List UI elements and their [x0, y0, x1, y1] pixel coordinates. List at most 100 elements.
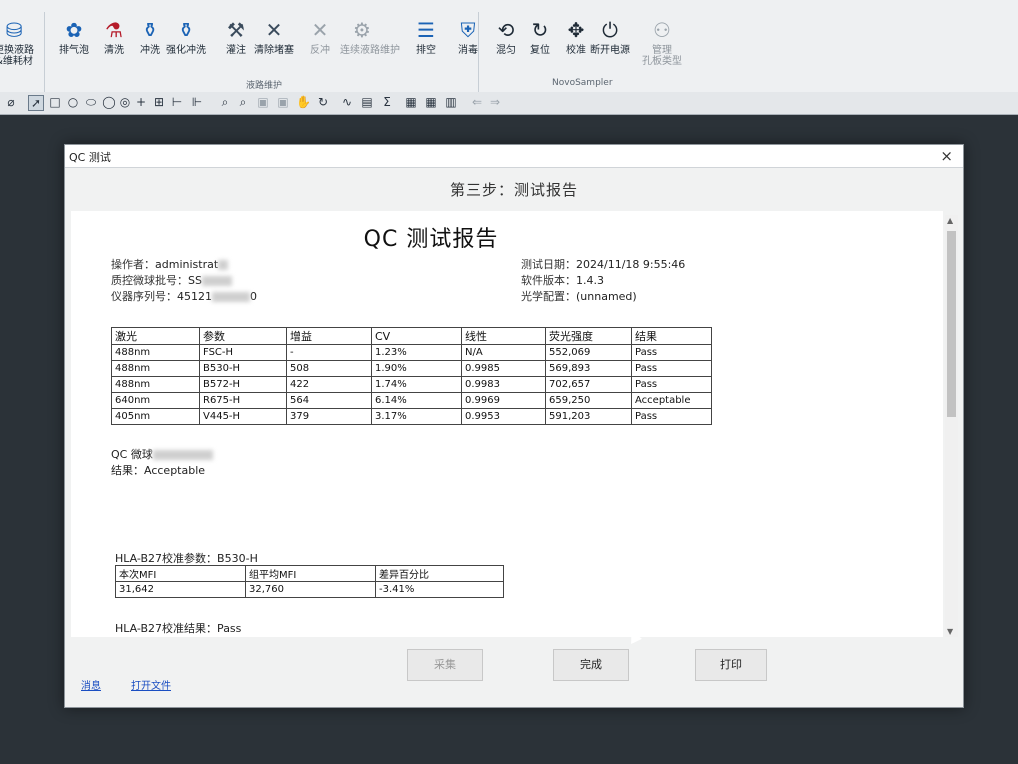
zoom-out-icon[interactable]: ⌕: [236, 95, 250, 109]
image-export-icon[interactable]: ▦: [404, 95, 418, 109]
open-file-link[interactable]: 打开文件: [131, 677, 171, 692]
ribbon-button-15[interactable]: ⚇ 管理 孔板类型: [640, 18, 684, 67]
scroll-down-icon[interactable]: ▼: [947, 627, 953, 636]
serial-tail: 0: [250, 290, 257, 303]
table-cell: 659,250: [545, 392, 632, 409]
header-parameter: 参数: [199, 327, 287, 345]
multi-range-gate-icon[interactable]: ⊩: [190, 95, 204, 109]
qc-test-dialog: QC 测试 × 第三步：测试报告 QC 测试报告 操作者：administrat…: [64, 144, 964, 708]
zoom-region-icon[interactable]: ▣: [256, 95, 270, 109]
close-icon[interactable]: ×: [940, 147, 953, 165]
qc-results-table: 激光 参数 增益 CV 线性 荧光强度 结果 488nm FSC-H -1.23% N…: [111, 327, 712, 425]
header-intensity: 荧光强度: [545, 327, 632, 345]
software-label: 软件版本：: [521, 274, 576, 287]
table-cell: 0.9969: [461, 392, 546, 409]
ribbon-button-4[interactable]: ⚱ 强化冲洗: [164, 18, 208, 56]
range-gate-icon[interactable]: ⊢: [170, 95, 184, 109]
ribbon-button-label: 更换液路 &维耗材: [0, 45, 34, 67]
statistics-icon[interactable]: ▤: [360, 95, 374, 109]
ellipse-gate-icon[interactable]: ○: [66, 95, 80, 109]
table-row: 31,642 32,760 -3.41%: [115, 581, 504, 598]
dialog-title: QC 测试: [69, 151, 111, 164]
table-cell: 564: [286, 392, 372, 409]
pan-hand-icon[interactable]: ✋: [296, 95, 311, 109]
plate-icon: ⚇: [653, 18, 671, 42]
power-icon: ⏻: [602, 18, 618, 42]
ribbon-button-label: 连续液路维护: [340, 45, 400, 56]
table-cell: Pass: [631, 376, 712, 393]
ribbon-button-6[interactable]: ✕ 清除堵塞: [252, 18, 296, 56]
zoom-reset-icon[interactable]: ▣: [276, 95, 290, 109]
header-current-mfi: 本次MFI: [115, 565, 246, 582]
rectangle-gate-icon[interactable]: □: [48, 95, 62, 109]
polygon-gate-icon[interactable]: ⬭: [84, 95, 98, 109]
table-cell: -3.41%: [375, 581, 504, 598]
table-cell: 31,642: [115, 581, 246, 598]
prime-icon: ⚒: [227, 18, 245, 42]
table-cell: 552,069: [545, 344, 632, 361]
table-cell: Acceptable: [631, 392, 712, 409]
hla-result: HLA-B27校准结果：Pass: [115, 622, 242, 635]
table-row: 488nm B530-H 508 1.90% 0.9985 569,893 Pass: [111, 360, 712, 377]
unclog-icon: ✕: [265, 18, 283, 42]
ribbon-separator: [478, 12, 479, 92]
collect-button[interactable]: 采集: [407, 649, 483, 681]
table-cell: 591,203: [545, 408, 632, 425]
header-linearity: 线性: [461, 327, 546, 345]
ribbon-button-9[interactable]: ☰ 排空: [404, 18, 448, 56]
ribbon-button-8[interactable]: ⚙ 连续液路维护: [340, 18, 400, 56]
report-title: QC 测试报告: [363, 227, 499, 252]
table-cell: 405nm: [111, 408, 200, 425]
software-value: 1.4.3: [576, 274, 604, 287]
forward-arrow-icon[interactable]: ⇒: [488, 95, 502, 109]
redaction-mark: [218, 260, 229, 270]
backflush-icon: ✕: [311, 18, 329, 42]
deep-rinse-icon: ⚱: [177, 18, 195, 42]
table-row: 488nm B572-H 422 1.74% 0.9983 702,657 Pass: [111, 376, 712, 393]
scroll-up-icon[interactable]: ▲: [947, 216, 953, 225]
ribbon-button-0[interactable]: ⛁ 更换液路 &维耗材: [0, 18, 36, 67]
print-button[interactable]: 打印: [695, 649, 767, 681]
report-meta-right: 测试日期：2024/11/18 9:55:46 软件版本：1.4.3 光学配置：…: [521, 257, 685, 305]
pointer-tool-icon[interactable]: ➚: [28, 95, 44, 111]
ribbon-button-label: 管理 孔板类型: [642, 45, 682, 67]
date-label: 测试日期：: [521, 258, 576, 271]
quadrant-gate-icon[interactable]: +: [134, 95, 148, 109]
layout-icon[interactable]: ▥: [444, 95, 458, 109]
qc-report-panel: QC 测试报告 操作者：administrat 质控微球批号：SS 仪器序列号：…: [71, 211, 943, 637]
ribbon-button-1[interactable]: ✿ 排气泡: [52, 18, 96, 56]
grid-gate-icon[interactable]: ⊞: [152, 95, 166, 109]
table-cell: 3.17%: [371, 408, 462, 425]
table-cell: R675-H: [199, 392, 287, 409]
ribbon-button-label: 清除堵塞: [254, 45, 294, 56]
refresh-icon[interactable]: ↻: [316, 95, 330, 109]
finish-button[interactable]: 完成: [553, 649, 629, 681]
message-link[interactable]: 消息: [81, 677, 101, 692]
table-row: 640nm R675-H 564 6.14% 0.9969 659,250 Acceptab…: [111, 392, 712, 409]
ribbon-separator: [44, 12, 45, 92]
header-group-mean-mfi: 组平均MFI: [245, 565, 376, 582]
result-label: 结果：: [111, 464, 144, 477]
scrollbar-thumb[interactable]: [947, 231, 956, 417]
table-row: 405nm V445-H 379 3.17% 0.9953 591,203 Pass: [111, 408, 712, 425]
qc-summary: QC 微球 结果：Acceptable: [111, 447, 213, 479]
tool-strip: ⌀ ➚ □ ○ ⬭ ◯ ◎ + ⊞ ⊢ ⊩ ⌕ ⌕ ▣ ▣ ✋ ↻ ∿ ▤ Σ …: [0, 92, 1018, 115]
back-arrow-icon[interactable]: ⇐: [470, 95, 484, 109]
chart-export-icon[interactable]: ▦: [424, 95, 438, 109]
table-cell: Pass: [631, 408, 712, 425]
rinse-icon: ⚱: [141, 18, 159, 42]
ribbon-button-label: 排空: [416, 45, 436, 56]
zoom-in-icon[interactable]: ⌕: [218, 95, 232, 109]
ring-gate-icon[interactable]: ◎: [118, 95, 132, 109]
ribbon-button-14[interactable]: ⏻ 断开电源: [588, 18, 632, 56]
oval-gate-icon[interactable]: ◯: [102, 95, 116, 109]
ribbon-toolbar: ⛁更换液路 &维耗材✿排气泡⚗清洗⚱冲洗⚱强化冲洗⚒灌注✕清除堵塞✕反冲⚙连续液…: [0, 0, 1018, 99]
sigma-icon[interactable]: Σ: [380, 95, 394, 109]
report-scrollbar[interactable]: ▲ ▼: [945, 215, 958, 637]
curve-icon[interactable]: ∿: [340, 95, 354, 109]
ribbon-button-7[interactable]: ✕ 反冲: [298, 18, 342, 56]
table-cell: 508: [286, 360, 372, 377]
paperclip-icon[interactable]: ⌀: [4, 95, 18, 109]
serial-value: 45121: [177, 290, 212, 303]
table-cell: 569,893: [545, 360, 632, 377]
